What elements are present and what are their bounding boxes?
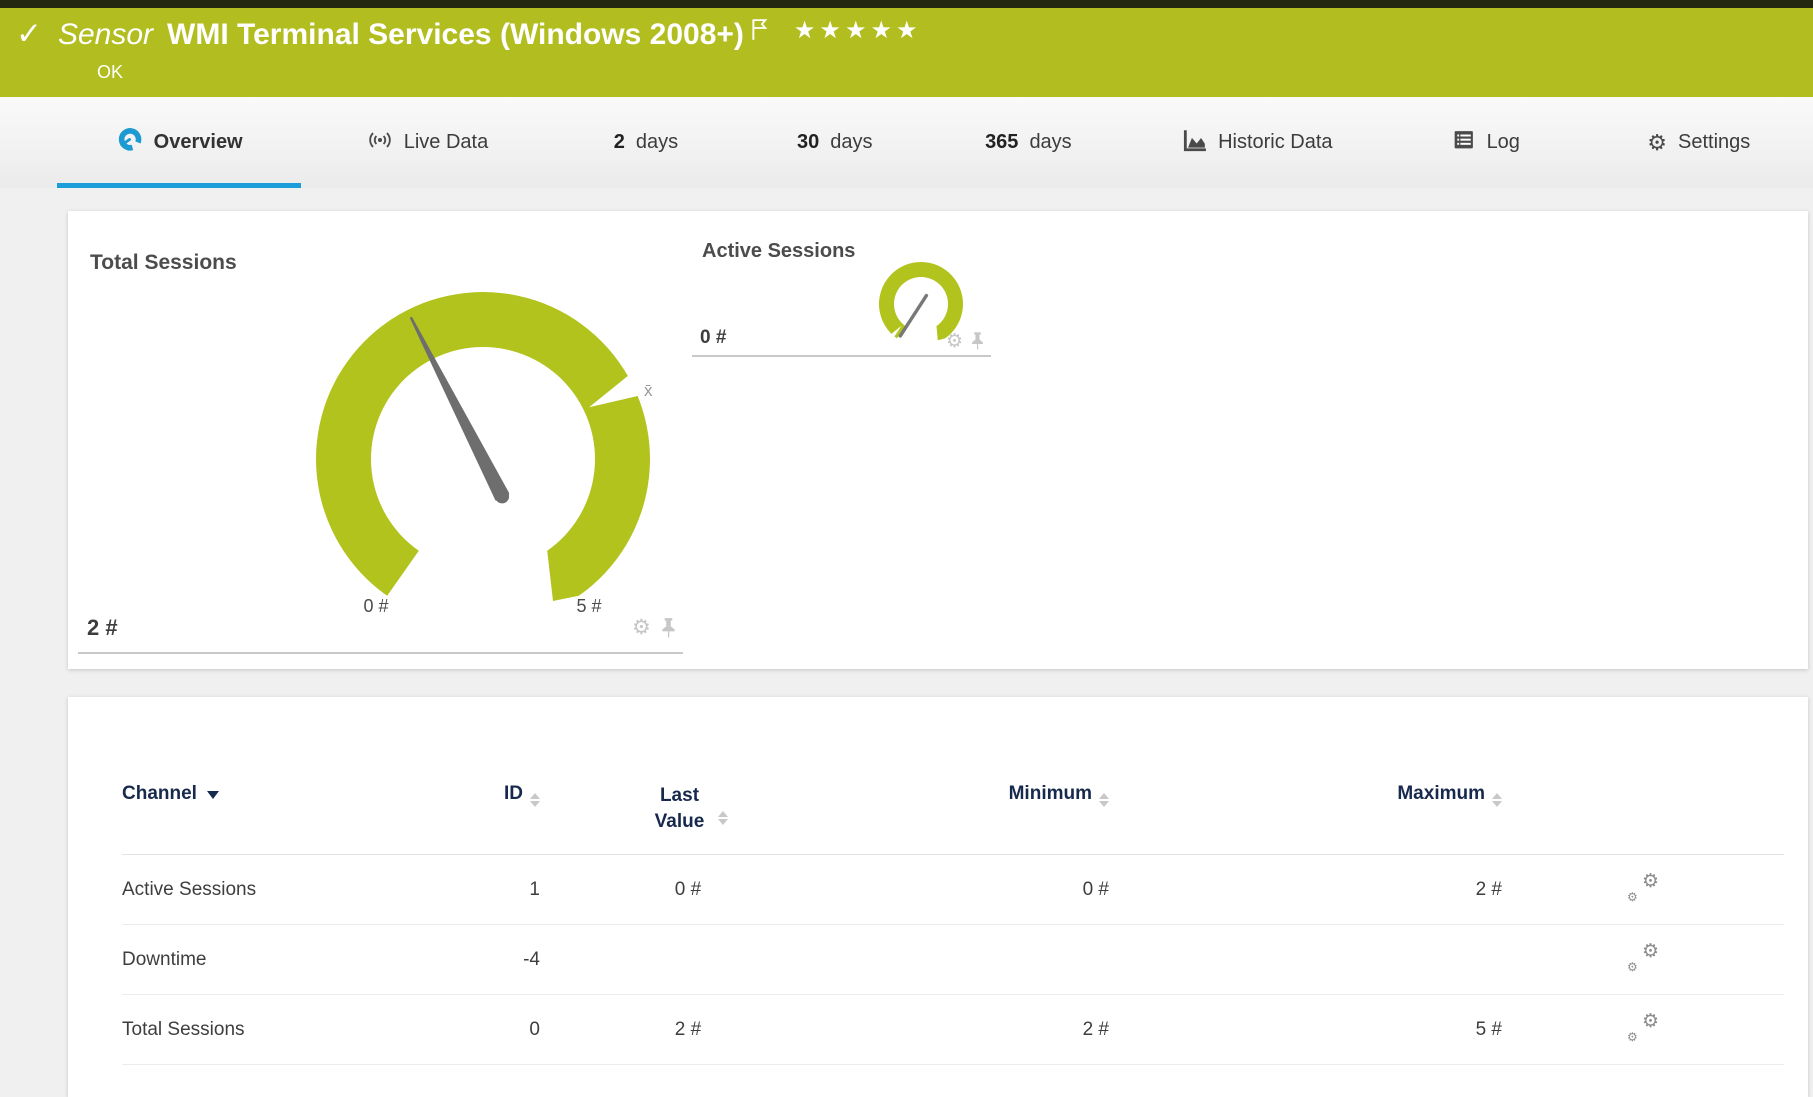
column-header-channel[interactable]: Channel bbox=[122, 783, 458, 805]
tab-label: days bbox=[1029, 131, 1072, 153]
gauge-title-active-sessions: Active Sessions bbox=[702, 240, 856, 262]
tab-overview[interactable]: Overview bbox=[55, 97, 303, 188]
gauge-pin-icon[interactable] bbox=[970, 332, 985, 356]
tab-log[interactable]: Log bbox=[1386, 97, 1585, 188]
tab-label: Overview bbox=[153, 131, 243, 153]
channels-panel: Channel ID Last Value Minimum Maximum Ac… bbox=[68, 697, 1808, 1097]
sort-icon[interactable] bbox=[1492, 793, 1502, 807]
channel-name[interactable]: Total Sessions bbox=[122, 1019, 458, 1041]
tab-number: 365 bbox=[985, 131, 1019, 153]
gauge-scale-max: 5 # bbox=[576, 596, 602, 616]
sensor-title: WMI Terminal Services (Windows 2008+) bbox=[167, 18, 744, 51]
column-header-minimum[interactable]: Minimum bbox=[836, 783, 1109, 807]
column-header-maximum[interactable]: Maximum bbox=[1109, 783, 1502, 807]
tab-label: days bbox=[635, 131, 679, 153]
channel-name[interactable]: Downtime bbox=[122, 949, 458, 971]
gauge-scale-min: 0 # bbox=[363, 596, 389, 616]
total-sessions-value: 2 # bbox=[87, 615, 118, 640]
gauge-pin-icon[interactable] bbox=[660, 618, 677, 644]
total-sessions-gauge: x̄ bbox=[316, 292, 653, 601]
channel-last-value: 0 # bbox=[674, 878, 702, 900]
channel-minimum: 0 # bbox=[1082, 878, 1109, 900]
gauge-settings-gear-icon[interactable]: ⚙ bbox=[632, 615, 651, 640]
tab-label: days bbox=[830, 131, 873, 153]
channel-settings-gears-icon[interactable]: ⚙ ⚙ bbox=[1627, 1011, 1659, 1044]
channel-name[interactable]: Active Sessions bbox=[122, 879, 458, 901]
gauge-needle bbox=[898, 293, 929, 338]
gauges-panel: Total Sessions x̄ 0 # 5 # 2 # ⚙ Active S… bbox=[68, 211, 1808, 669]
table-row-downtime: Downtime -4 ⚙ ⚙ bbox=[122, 925, 1784, 995]
sort-desc-icon bbox=[206, 791, 219, 799]
channel-settings-gears-icon[interactable]: ⚙ ⚙ bbox=[1627, 941, 1659, 974]
gauge-settings-gear-icon[interactable]: ⚙ bbox=[946, 330, 963, 353]
tab-number: 30 bbox=[796, 131, 820, 153]
column-header-id[interactable]: ID bbox=[458, 783, 540, 807]
channel-maximum: 2 # bbox=[1475, 878, 1502, 900]
channel-minimum: 2 # bbox=[1082, 1018, 1109, 1040]
active-sessions-value: 0 # bbox=[700, 327, 727, 348]
tab-number: 2 bbox=[613, 131, 625, 153]
widget-underline bbox=[692, 355, 991, 357]
tab-30-days[interactable]: 30 days bbox=[740, 97, 929, 188]
sensor-status-banner: ✓ Sensor WMI Terminal Services (Windows … bbox=[0, 8, 1813, 97]
tab-label: Live Data bbox=[403, 131, 489, 153]
widget-underline bbox=[78, 652, 683, 654]
gauge-icon bbox=[116, 126, 143, 159]
area-chart-icon bbox=[1181, 127, 1207, 159]
status-check-icon: ✓ bbox=[16, 16, 42, 51]
sort-icon[interactable] bbox=[1099, 793, 1109, 807]
tab-365-days[interactable]: 365 days bbox=[929, 97, 1128, 188]
log-icon bbox=[1451, 127, 1476, 158]
table-row-total-sessions: Total Sessions 0 2 # 2 # 5 # ⚙ ⚙ bbox=[122, 995, 1784, 1065]
column-header-last-value[interactable]: Last Value bbox=[540, 783, 836, 835]
channel-table-header: Channel ID Last Value Minimum Maximum bbox=[122, 777, 1784, 855]
live-data-icon bbox=[367, 127, 393, 159]
channel-id: 0 bbox=[529, 1018, 540, 1040]
channel-table: Channel ID Last Value Minimum Maximum Ac… bbox=[122, 777, 1784, 1065]
tab-label: Settings bbox=[1678, 131, 1751, 153]
tab-2-days[interactable]: 2 days bbox=[552, 97, 741, 188]
sort-icon[interactable] bbox=[530, 793, 540, 807]
sensor-status-text: OK bbox=[97, 62, 124, 82]
tab-label: Historic Data bbox=[1218, 131, 1333, 153]
tab-label: Log bbox=[1486, 131, 1520, 153]
average-marker-label: x̄ bbox=[644, 381, 653, 400]
table-row-active-sessions: Active Sessions 1 0 # 0 # 2 # ⚙ ⚙ bbox=[122, 855, 1784, 925]
object-kind-label: Sensor bbox=[57, 18, 154, 51]
tab-settings[interactable]: ⚙ Settings bbox=[1585, 97, 1813, 188]
sort-icon[interactable] bbox=[717, 811, 728, 825]
channel-id: -4 bbox=[523, 948, 540, 970]
priority-stars[interactable]: ★★★★★ bbox=[794, 16, 922, 46]
priority-flag-icon[interactable] bbox=[750, 18, 772, 47]
tab-live-data[interactable]: Live Data bbox=[303, 97, 551, 188]
channel-id: 1 bbox=[529, 878, 540, 900]
gauge-title-total-sessions: Total Sessions bbox=[90, 251, 237, 274]
channel-last-value: 2 # bbox=[674, 1018, 702, 1040]
tab-historic-data[interactable]: Historic Data bbox=[1128, 97, 1386, 188]
window-top-edge bbox=[0, 0, 1813, 8]
channel-maximum: 5 # bbox=[1475, 1018, 1502, 1040]
tab-bar: Overview Live Data 2 days 30 days 365 da… bbox=[0, 97, 1813, 188]
channel-settings-gears-icon[interactable]: ⚙ ⚙ bbox=[1627, 871, 1659, 904]
gear-icon: ⚙ bbox=[1647, 129, 1668, 155]
